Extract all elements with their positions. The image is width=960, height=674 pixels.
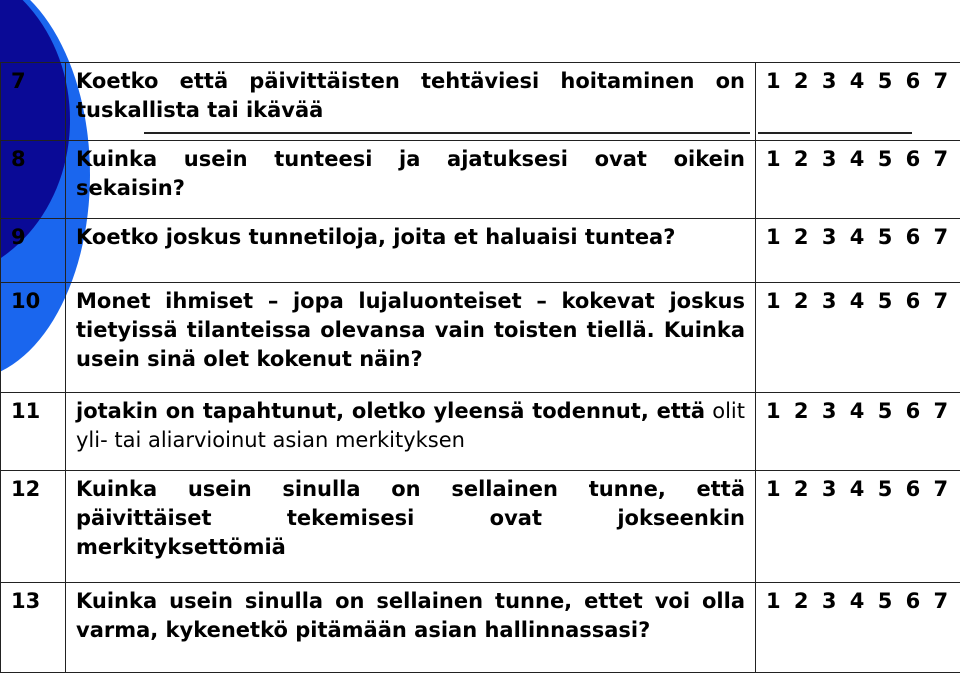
question-number: 13	[0, 582, 66, 673]
scale-line-divider	[758, 132, 912, 134]
question-number: 8	[0, 140, 66, 219]
question-number: 10	[0, 282, 66, 393]
question-text: Kuinka usein sinulla on sellainen tunne,…	[65, 582, 756, 673]
question-row-10: 10 Monet ihmiset – jopa lujaluonteiset –…	[0, 282, 960, 393]
question-row-7: 7 Koetko että päivittäisten tehtäviesi h…	[0, 62, 960, 141]
question-number: 9	[0, 218, 66, 283]
question-text: Koetko että päivittäisten tehtäviesi hoi…	[65, 62, 756, 141]
rating-scale[interactable]: 1 2 3 4 5 6 7	[755, 282, 960, 393]
question-number: 12	[0, 470, 66, 583]
question-row-8: 8 Kuinka usein tunteesi ja ajatuksesi ov…	[0, 140, 960, 219]
question-row-13: 13 Kuinka usein sinulla on sellainen tun…	[0, 582, 960, 673]
question-text: Koetko joskus tunnetiloja, joita et halu…	[65, 218, 756, 283]
question-text: jotakin on tapahtunut, oletko yleensä to…	[65, 392, 756, 471]
rating-scale[interactable]: 1 2 3 4 5 6 7	[755, 470, 960, 583]
question-text: Monet ihmiset – jopa lujaluonteiset – ko…	[65, 282, 756, 393]
rating-scale[interactable]: 1 2 3 4 5 6 7	[755, 392, 960, 471]
question-text: Kuinka usein tunteesi ja ajatuksesi ovat…	[65, 140, 756, 219]
question-text-bold: jotakin on tapahtunut, oletko yleensä to…	[76, 399, 706, 423]
question-text: Kuinka usein sinulla on sellainen tunne,…	[65, 470, 756, 583]
question-number: 11	[0, 392, 66, 471]
rating-scale[interactable]: 1 2 3 4 5 6 7	[755, 62, 960, 141]
question-number: 7	[0, 62, 66, 141]
rating-scale[interactable]: 1 2 3 4 5 6 7	[755, 582, 960, 673]
answer-line-divider	[144, 132, 750, 134]
rating-scale[interactable]: 1 2 3 4 5 6 7	[755, 218, 960, 283]
question-row-12: 12 Kuinka usein sinulla on sellainen tun…	[0, 470, 960, 583]
question-row-9: 9 Koetko joskus tunnetiloja, joita et ha…	[0, 218, 960, 283]
question-row-11: 11 jotakin on tapahtunut, oletko yleensä…	[0, 392, 960, 471]
rating-scale[interactable]: 1 2 3 4 5 6 7	[755, 140, 960, 219]
survey-table: 7 Koetko että päivittäisten tehtäviesi h…	[0, 62, 960, 673]
